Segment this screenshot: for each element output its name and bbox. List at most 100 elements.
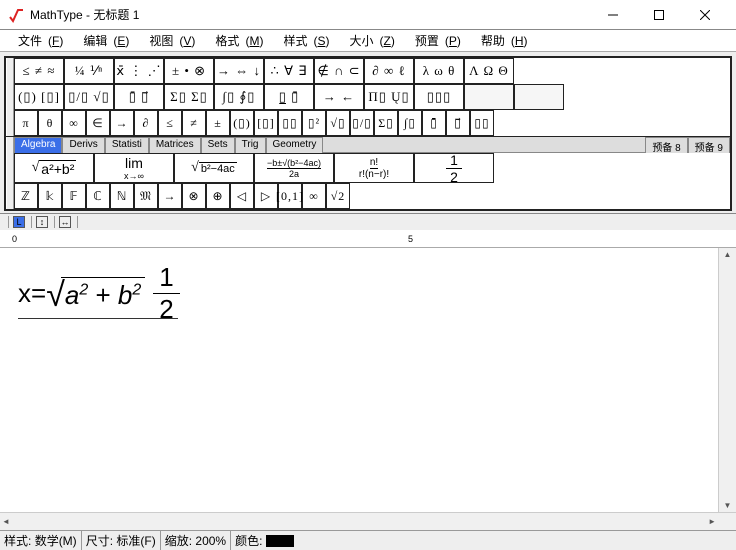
- tab-geometry[interactable]: Geometry: [266, 137, 324, 153]
- pal-partial[interactable]: ∂: [134, 110, 158, 136]
- pal-fences[interactable]: (▯) [▯]: [14, 84, 64, 110]
- pal-to[interactable]: →: [110, 110, 134, 136]
- pal-arrows[interactable]: → ⇔ ↓: [214, 58, 264, 84]
- pal-frac-root[interactable]: ▯/▯ √▯: [64, 84, 114, 110]
- pal-sup[interactable]: ▯²: [302, 110, 326, 136]
- pal-mat[interactable]: ▯▯: [470, 110, 494, 136]
- pal-sets[interactable]: ∉ ∩ ⊂: [314, 58, 364, 84]
- menu-size[interactable]: 大小(Z): [337, 30, 400, 51]
- pal-m[interactable]: 𝔐: [134, 183, 158, 209]
- menu-edit[interactable]: 编辑(E): [71, 30, 135, 51]
- ruler[interactable]: 0 5: [0, 230, 736, 248]
- pal-box[interactable]: ▯▯: [278, 110, 302, 136]
- tpl-binomial[interactable]: n!r!(n−r)!: [334, 153, 414, 183]
- pal-rtri[interactable]: ▷: [254, 183, 278, 209]
- pal-sigma[interactable]: Σ▯: [374, 110, 398, 136]
- minimize-button[interactable]: [590, 0, 636, 29]
- scroll-up-icon[interactable]: ▲: [724, 250, 732, 259]
- menu-preset[interactable]: 预置(P): [403, 30, 467, 51]
- pal-infty[interactable]: ∞: [62, 110, 86, 136]
- pal-c[interactable]: ℂ: [86, 183, 110, 209]
- tpl-half[interactable]: 12: [414, 153, 494, 183]
- pal-operators[interactable]: ± • ⊗: [164, 58, 214, 84]
- pal-relations[interactable]: ≤ ≠ ≈: [14, 58, 64, 84]
- tab-algebra[interactable]: Algebra: [14, 137, 62, 153]
- align-right-icon[interactable]: ↔: [59, 216, 71, 228]
- menu-style[interactable]: 样式(S): [271, 30, 335, 51]
- pal-paren[interactable]: (▯): [230, 110, 254, 136]
- menu-file[interactable]: 文件(F): [6, 30, 69, 51]
- tab-matrices[interactable]: Matrices: [149, 137, 201, 153]
- formula[interactable]: x = √ a2 + b2 1 2: [18, 262, 180, 325]
- pal-frac[interactable]: ▯/▯: [350, 110, 374, 136]
- pal-f[interactable]: 𝔽: [62, 183, 86, 209]
- pal-pi[interactable]: π: [14, 110, 38, 136]
- pal-bar[interactable]: ▯̄: [422, 110, 446, 136]
- pal-z[interactable]: ℤ: [14, 183, 38, 209]
- pal-vec[interactable]: ▯⃗: [446, 110, 470, 136]
- scroll-left-icon[interactable]: ◄: [2, 517, 10, 526]
- pal-calculus[interactable]: ∂ ∞ ℓ: [364, 58, 414, 84]
- pal-logic[interactable]: ∴ ∀ ∃: [264, 58, 314, 84]
- pal-infty2[interactable]: ∞: [302, 183, 326, 209]
- pal-underover[interactable]: ▯̲ ▯̄: [264, 84, 314, 110]
- scroll-down-icon[interactable]: ▼: [724, 501, 732, 510]
- status-size[interactable]: 尺寸: 标准(F): [82, 531, 161, 550]
- pal-elem[interactable]: ∈: [86, 110, 110, 136]
- pal-ltri[interactable]: ◁: [230, 183, 254, 209]
- pal-sum[interactable]: Σ▯ Σ▯: [164, 84, 214, 110]
- pal-otimes[interactable]: ⊗: [182, 183, 206, 209]
- pal-pm[interactable]: ±: [206, 110, 230, 136]
- tab-preset8[interactable]: 预备 8: [645, 137, 687, 153]
- palette-handle[interactable]: [6, 137, 14, 183]
- scroll-right-icon[interactable]: ►: [708, 517, 716, 526]
- pal-labeled-arrow[interactable]: → ←: [314, 84, 364, 110]
- pal-fractions[interactable]: ¼ ⅟ⁿ: [64, 58, 114, 84]
- tpl-lim[interactable]: limx→∞: [94, 153, 174, 183]
- pal-ne[interactable]: ≠: [182, 110, 206, 136]
- pal-integral[interactable]: ∫▯ ∮▯: [214, 84, 264, 110]
- status-color[interactable]: 颜色:: [231, 531, 298, 550]
- palette-handle[interactable]: [6, 183, 14, 209]
- tab-sets[interactable]: Sets: [201, 137, 235, 153]
- palette-handle[interactable]: [6, 110, 14, 136]
- palette-handle[interactable]: [6, 84, 14, 110]
- close-button[interactable]: [682, 0, 728, 29]
- pal-interval[interactable]: [0,1]: [278, 183, 302, 209]
- tab-preset9[interactable]: 预备 9: [688, 137, 730, 153]
- menu-format[interactable]: 格式(M): [203, 30, 269, 51]
- equation-canvas[interactable]: x = √ a2 + b2 1 2: [0, 248, 718, 512]
- tab-derivs[interactable]: Derivs: [62, 137, 104, 153]
- pal-n[interactable]: ℕ: [110, 183, 134, 209]
- pal-le[interactable]: ≤: [158, 110, 182, 136]
- pal-matrix[interactable]: ▯▯▯: [414, 84, 464, 110]
- status-style[interactable]: 样式: 数学(M): [0, 531, 82, 550]
- vertical-scrollbar[interactable]: ▲ ▼: [718, 248, 736, 512]
- menu-help[interactable]: 帮助(H): [469, 30, 534, 51]
- pal-greek-upper[interactable]: Λ Ω Θ: [464, 58, 514, 84]
- pal-sqrt2[interactable]: √2: [326, 183, 350, 209]
- tab-trig[interactable]: Trig: [235, 137, 266, 153]
- pal-arrow[interactable]: →: [158, 183, 182, 209]
- palette-handle[interactable]: [6, 58, 14, 84]
- tpl-discriminant[interactable]: √b²−4ac: [174, 153, 254, 183]
- pal-product[interactable]: Π▯ Ų▯: [364, 84, 414, 110]
- tab-statisti[interactable]: Statisti: [105, 137, 149, 153]
- pal-oplus[interactable]: ⊕: [206, 183, 230, 209]
- horizontal-scrollbar[interactable]: ◄ ►: [0, 512, 736, 530]
- pal-k[interactable]: 𝕜: [38, 183, 62, 209]
- pal-greek-lower[interactable]: λ ω θ: [414, 58, 464, 84]
- pal-overbar[interactable]: ▯̄ ▯⃗: [114, 84, 164, 110]
- pal-theta[interactable]: θ: [38, 110, 62, 136]
- pal-bracket[interactable]: [▯]: [254, 110, 278, 136]
- align-center-icon[interactable]: ↕: [36, 216, 48, 228]
- align-left-icon[interactable]: L: [13, 216, 25, 228]
- pal-dots[interactable]: ⅹ̄ ⋮ ⋰: [114, 58, 164, 84]
- maximize-button[interactable]: [636, 0, 682, 29]
- tpl-sqrt-ab[interactable]: √a²+b²: [14, 153, 94, 183]
- pal-sqrt[interactable]: √▯: [326, 110, 350, 136]
- status-zoom[interactable]: 缩放: 200%: [161, 531, 231, 550]
- tpl-quadratic[interactable]: −b±√(b²−4ac)2a: [254, 153, 334, 183]
- pal-int[interactable]: ∫▯: [398, 110, 422, 136]
- menu-view[interactable]: 视图(V): [137, 30, 201, 51]
